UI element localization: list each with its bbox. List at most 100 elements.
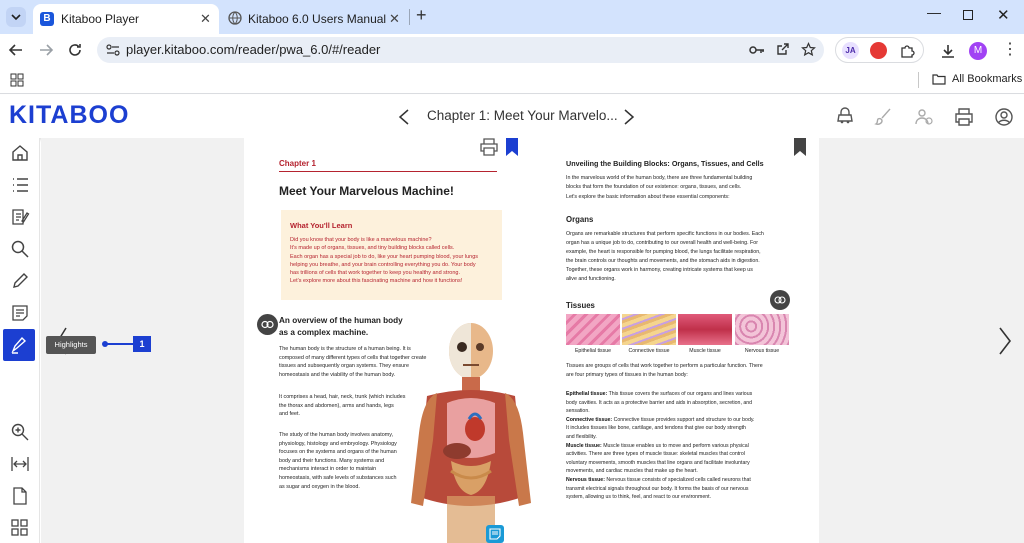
extension-ja-icon[interactable]: JA: [842, 42, 859, 59]
close-window-button[interactable]: ✕: [997, 6, 1010, 24]
search-icon[interactable]: [10, 239, 30, 259]
reload-icon[interactable]: [67, 42, 83, 58]
puzzle-icon[interactable]: [900, 43, 915, 58]
section-heading: Unveiling the Building Blocks: Organs, T…: [566, 159, 764, 168]
page-print-icon[interactable]: [479, 138, 499, 156]
tab-title: Kitaboo 6.0 Users Manual: [248, 12, 387, 26]
download-icon[interactable]: [940, 43, 956, 59]
link-icon: [261, 320, 274, 329]
overview-heading: An overview of the human body as a compl…: [279, 316, 403, 337]
overview-paragraph-3: The study of the human body involves ana…: [279, 432, 397, 490]
address-bar[interactable]: player.kitaboo.com/reader/pwa_6.0/#/read…: [97, 37, 824, 63]
tissues-intro: Tissues are groups of cells that work to…: [566, 363, 763, 379]
tissues-heading: Tissues: [566, 301, 595, 310]
notes-edit-icon[interactable]: [10, 207, 30, 227]
callout-line: [105, 343, 133, 345]
fit-width-icon[interactable]: [10, 454, 30, 474]
note-icon: [489, 528, 501, 540]
tissue-label: Epithelial tissue: [574, 348, 612, 354]
kitaboo-favicon-icon: B: [40, 12, 54, 26]
clear-all-brush-icon[interactable]: [874, 107, 894, 127]
chevron-down-icon: [11, 14, 21, 21]
home-icon[interactable]: [10, 143, 30, 163]
epithelial-tissue-image: [566, 314, 620, 345]
learn-title: What You'll Learn: [290, 221, 353, 230]
share-users-icon[interactable]: [914, 107, 934, 127]
apps-grid-icon[interactable]: [10, 73, 24, 87]
callout-number-badge: 1: [133, 336, 151, 352]
next-page-arrow-icon[interactable]: [997, 326, 1013, 356]
book-viewer: Chapter 1 Meet Your Marvelous Machine! W…: [41, 138, 1024, 543]
read-aloud-icon[interactable]: [835, 107, 855, 127]
close-icon[interactable]: ✕: [389, 11, 400, 27]
right-page: Unveiling the Building Blocks: Organs, T…: [531, 138, 819, 543]
key-icon[interactable]: [749, 43, 765, 57]
browser-menu-button[interactable]: ⋮: [1002, 40, 1018, 60]
tab-title: Kitaboo Player: [61, 12, 140, 26]
human-anatomy-illustration: [411, 323, 531, 543]
back-arrow-icon[interactable]: [8, 42, 24, 58]
thumbnails-grid-icon[interactable]: [10, 518, 30, 538]
folder-icon: [932, 74, 946, 85]
minimize-button[interactable]: —: [927, 4, 941, 20]
extension-red-icon[interactable]: [870, 42, 887, 59]
link-marker[interactable]: [770, 290, 790, 310]
tissue-label: Connective tissue: [628, 348, 670, 354]
reader-sidebar: [0, 138, 40, 543]
zoom-in-icon[interactable]: [10, 422, 30, 442]
restore-button[interactable]: [963, 10, 973, 20]
callout-dot: [102, 341, 108, 347]
intro-paragraph: In the marvelous world of the human body…: [566, 175, 753, 200]
pencil-icon[interactable]: [10, 271, 30, 291]
note-marker[interactable]: [486, 525, 504, 543]
url-text[interactable]: player.kitaboo.com/reader/pwa_6.0/#/read…: [126, 42, 380, 57]
left-page: Chapter 1 Meet Your Marvelous Machine! W…: [244, 138, 531, 543]
nervous-tissue-image: [735, 314, 789, 345]
muscle-tissue-image: [678, 314, 732, 345]
chevron-right-icon[interactable]: [622, 108, 636, 126]
globe-icon: [228, 11, 242, 25]
overview-paragraph-2: It comprises a head, hair, neck, trunk (…: [279, 394, 406, 418]
table-of-contents-icon[interactable]: [10, 175, 30, 195]
extensions-group: JA: [835, 37, 924, 63]
page-icon[interactable]: [10, 486, 30, 506]
tab-users-manual[interactable]: Kitaboo 6.0 Users Manual ✕: [222, 4, 408, 34]
new-tab-button[interactable]: +: [416, 5, 427, 26]
chapter-label: Chapter 1: [279, 159, 316, 168]
browser-tab-strip: B Kitaboo Player ✕ Kitaboo 6.0 Users Man…: [0, 0, 1024, 34]
sticky-note-icon[interactable]: [10, 303, 30, 323]
link-icon: [774, 296, 786, 304]
tab-search-button[interactable]: [6, 7, 26, 27]
tissue-definitions: Epithelial tissue: This tissue covers th…: [566, 391, 755, 501]
reader-header: KITABOO Chapter 1: Meet Your Marvelo...: [0, 95, 1024, 138]
chapter-rule: [279, 171, 497, 172]
organs-heading: Organs: [566, 215, 594, 224]
user-profile-icon[interactable]: [994, 107, 1014, 127]
all-bookmarks-link[interactable]: All Bookmarks: [952, 73, 1022, 85]
chapter-title[interactable]: Chapter 1: Meet Your Marvelo...: [427, 108, 618, 123]
bookmark-icon[interactable]: [794, 138, 806, 156]
highlights-tooltip: Highlights: [46, 336, 96, 354]
learn-box: What You'll Learn Did you know that your…: [281, 210, 502, 300]
page-title: Meet Your Marvelous Machine!: [279, 184, 454, 198]
bookmark-filled-icon[interactable]: [506, 138, 518, 156]
highlighter-icon: [11, 336, 27, 354]
tissue-label: Nervous tissue: [744, 348, 780, 354]
tab-divider: [409, 9, 410, 25]
learn-text: Did you know that your body is like a ma…: [290, 237, 479, 285]
link-marker[interactable]: [257, 314, 278, 335]
tissue-label: Muscle tissue: [689, 348, 721, 354]
site-settings-icon[interactable]: [106, 44, 120, 56]
chevron-left-icon[interactable]: [397, 108, 411, 126]
kitaboo-logo: KITABOO: [9, 101, 130, 129]
profile-avatar[interactable]: M: [969, 42, 987, 60]
close-icon[interactable]: ✕: [200, 11, 211, 27]
connective-tissue-image: [622, 314, 676, 345]
divider: [918, 72, 919, 88]
open-in-app-icon[interactable]: [776, 42, 790, 56]
tab-kitaboo-player[interactable]: B Kitaboo Player ✕: [33, 4, 219, 34]
highlighter-button[interactable]: [3, 329, 35, 361]
forward-arrow-icon[interactable]: [38, 42, 54, 58]
bookmark-star-icon[interactable]: [801, 42, 816, 57]
print-icon[interactable]: [954, 107, 974, 127]
